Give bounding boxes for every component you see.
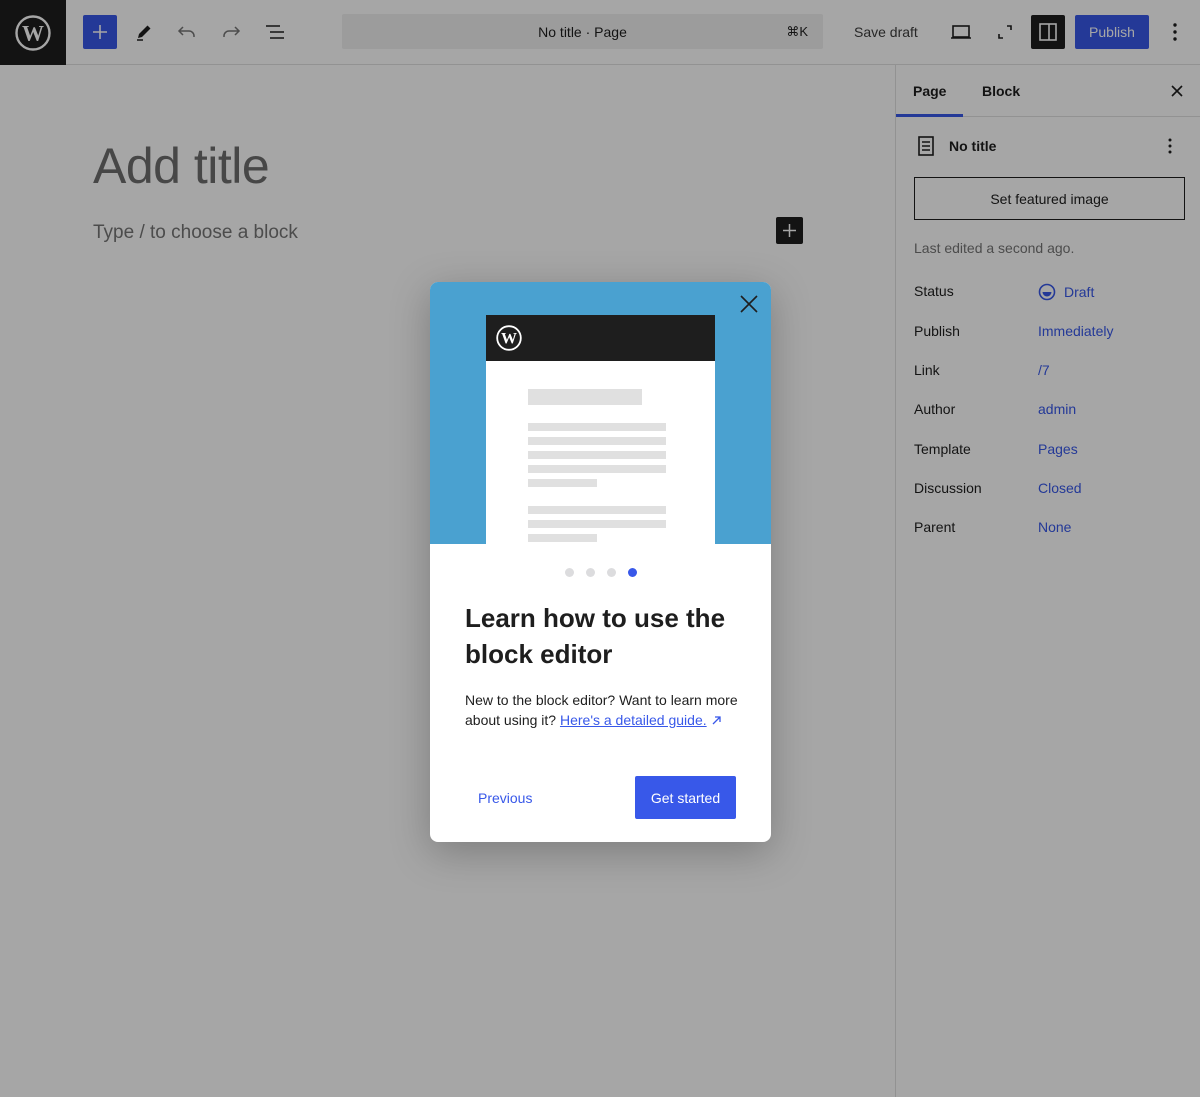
close-guide-button[interactable] xyxy=(737,292,761,316)
welcome-guide-modal: W Learn how to use the block editor New … xyxy=(430,282,771,842)
illustration-heading-bar xyxy=(528,389,642,405)
illustration-text-line xyxy=(528,534,597,542)
illustration-text-line xyxy=(528,465,666,473)
guide-illustration: W xyxy=(430,282,771,544)
page-dot-1[interactable] xyxy=(564,568,574,577)
illustration-text-line xyxy=(528,451,666,459)
detailed-guide-link[interactable]: Here's a detailed guide. xyxy=(560,712,707,728)
get-started-button[interactable]: Get started xyxy=(635,776,736,819)
illustration-text-line xyxy=(528,506,666,514)
illustration-text-line xyxy=(528,423,666,431)
guide-text: New to the block editor? Want to learn m… xyxy=(465,690,740,731)
svg-text:W: W xyxy=(501,331,517,348)
illustration-text-line xyxy=(528,479,597,487)
page-dot-2[interactable] xyxy=(585,568,595,577)
page-dot-4[interactable] xyxy=(627,568,637,577)
previous-button[interactable]: Previous xyxy=(465,776,550,819)
close-icon xyxy=(740,295,758,313)
illustration-text-line xyxy=(528,437,666,445)
illustration-text-line xyxy=(528,520,666,528)
page-dot-3[interactable] xyxy=(606,568,616,577)
wordpress-logo-icon: W xyxy=(496,325,522,351)
external-link-icon xyxy=(711,711,722,731)
guide-pagination xyxy=(430,568,771,578)
illustration-header: W xyxy=(486,315,715,361)
illustration-window: W xyxy=(486,315,715,544)
guide-heading: Learn how to use the block editor xyxy=(465,603,726,669)
